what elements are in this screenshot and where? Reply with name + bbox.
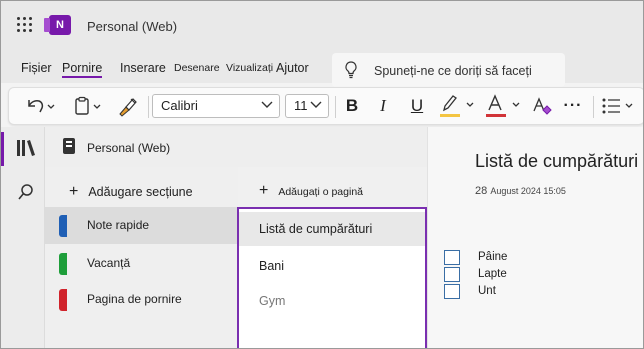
italic-button[interactable]: I xyxy=(371,88,395,124)
search-icon[interactable] xyxy=(17,183,35,201)
navigation-rail xyxy=(1,127,45,348)
page-list: Listă de cumpărături Bani Gym xyxy=(237,207,427,348)
chevron-down-icon xyxy=(310,101,322,108)
tab-view[interactable]: Vizualizați xyxy=(226,62,273,74)
notebook-title[interactable]: Personal (Web) xyxy=(87,141,170,155)
tell-me-search[interactable]: Spuneți-ne ce doriți să faceți xyxy=(332,53,565,87)
highlighter-icon xyxy=(440,95,474,117)
tab-insert[interactable]: Inserare xyxy=(120,61,166,75)
clipboard-icon xyxy=(75,96,101,115)
section-item-pagina-de-pornire[interactable]: Pagina de pornire xyxy=(45,281,238,318)
home-ribbon: Calibri 11 B I U ··· xyxy=(8,87,643,125)
clipboard-button[interactable] xyxy=(69,88,107,124)
add-page-label: Adăugați o pagină xyxy=(278,186,363,198)
font-size-value: 11 xyxy=(294,98,308,113)
todo-item-label[interactable]: Unt xyxy=(478,285,496,297)
chevron-down-icon xyxy=(261,101,273,108)
plus-icon: + xyxy=(69,183,79,200)
section-tab-icon xyxy=(59,253,67,275)
add-section-label: Adăugare secțiune xyxy=(88,185,193,199)
add-section-button[interactable]: + Adăugare secțiune xyxy=(69,183,193,201)
section-label: Vacanță xyxy=(87,256,131,270)
notebooks-library-icon[interactable] xyxy=(16,139,36,157)
logo-letter: N xyxy=(56,19,64,31)
tab-home[interactable]: Pornire xyxy=(62,61,103,78)
todo-item-label[interactable]: Pâine xyxy=(478,251,507,263)
section-item-note-rapide[interactable]: Note rapide xyxy=(45,207,238,244)
page-date-day: 28 xyxy=(475,185,488,197)
page-item-lista-de-cumparaturi[interactable]: Listă de cumpărături xyxy=(239,212,425,246)
todo-checkbox[interactable] xyxy=(444,284,460,299)
onenote-logo-icon: N xyxy=(44,15,71,35)
clear-formatting-icon xyxy=(533,97,552,115)
section-tab-icon xyxy=(59,289,67,311)
selection-indicator xyxy=(1,132,4,166)
section-item-vacanta[interactable]: Vacanță xyxy=(45,245,238,282)
underline-button[interactable]: U xyxy=(405,88,429,124)
page-date-rest: August 2024 15:05 xyxy=(490,186,566,196)
tab-help[interactable]: Ajutor xyxy=(276,61,309,75)
todo-checkbox[interactable] xyxy=(444,267,460,282)
page-item-bani[interactable]: Bani xyxy=(239,249,425,283)
clear-formatting-button[interactable] xyxy=(529,88,555,124)
section-label: Note rapide xyxy=(87,218,150,232)
title-bar: N Personal (Web) xyxy=(1,1,643,51)
format-painter-icon xyxy=(119,98,137,117)
app-launcher-icon[interactable] xyxy=(17,17,33,33)
undo-icon xyxy=(28,100,55,113)
add-page-button[interactable]: + Adăugați o pagină xyxy=(259,182,363,200)
bullets-button[interactable] xyxy=(599,88,639,124)
more-options-button[interactable]: ··· xyxy=(561,88,585,124)
tab-file[interactable]: Fișier xyxy=(21,61,52,75)
page-item-gym[interactable]: Gym xyxy=(239,284,425,318)
section-tab-icon xyxy=(59,215,67,237)
bullet-list-icon xyxy=(602,98,633,114)
section-label: Pagina de pornire xyxy=(87,292,182,306)
plus-icon: + xyxy=(259,182,269,199)
app-title[interactable]: Personal (Web) xyxy=(87,19,177,34)
font-size-dropdown[interactable]: 11 xyxy=(285,94,329,118)
tab-draw[interactable]: Desenare xyxy=(174,62,220,74)
highlight-button[interactable] xyxy=(437,88,479,124)
bold-button[interactable]: B xyxy=(339,88,365,124)
ribbon-separator xyxy=(335,96,336,118)
todo-item-label[interactable]: Lapte xyxy=(478,268,507,280)
font-color-button[interactable] xyxy=(483,88,525,124)
font-color-icon xyxy=(486,94,520,117)
lightbulb-icon xyxy=(345,61,357,79)
onenote-window: N Personal (Web) Fișier Pornire Inserare… xyxy=(0,0,644,349)
page-date: 28 August 2024 15:05 xyxy=(475,185,566,197)
font-name-dropdown[interactable]: Calibri xyxy=(152,94,280,118)
ribbon-separator xyxy=(593,96,594,118)
undo-button[interactable] xyxy=(21,88,59,124)
format-painter-button[interactable] xyxy=(113,88,143,124)
todo-checkbox[interactable] xyxy=(444,250,460,265)
ribbon-separator xyxy=(148,96,149,118)
notebook-icon xyxy=(63,138,75,154)
page-title[interactable]: Listă de cumpărături xyxy=(475,151,638,172)
tell-me-text: Spuneți-ne ce doriți să faceți xyxy=(374,64,532,78)
font-name-value: Calibri xyxy=(161,98,198,113)
